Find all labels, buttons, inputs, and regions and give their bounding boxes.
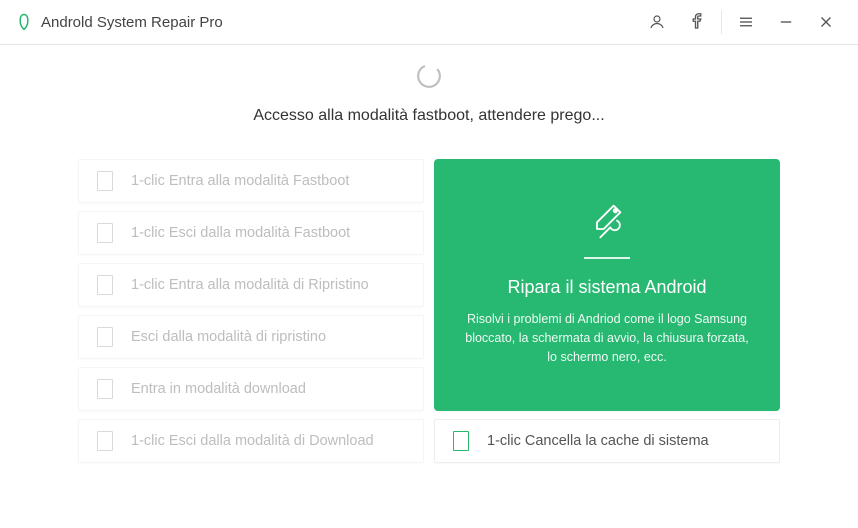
titlebar-divider [721,10,722,34]
phone-icon [97,327,113,347]
feature-divider [584,257,630,259]
option-exit-fastboot[interactable]: 1-clic Esci dalla modalità Fastboot [78,211,424,255]
titlebar-right [637,0,846,45]
phone-icon [97,379,113,399]
option-exit-download[interactable]: 1-clic Esci dalla modalità di Download [78,419,424,463]
option-label: 1-clic Entra alla modalità di Ripristino [131,277,369,293]
loading-section: Accesso alla modalità fastboot, attender… [0,63,858,125]
facebook-icon[interactable] [677,0,717,45]
option-label: 1-clic Esci dalla modalità Fastboot [131,225,350,241]
option-enter-download[interactable]: Entra in modalità download [78,367,424,411]
option-label: Entra in modalità download [131,381,306,397]
option-label: Esci dalla modalità di ripristino [131,329,326,345]
phone-icon [97,223,113,243]
phone-icon [97,431,113,451]
option-exit-recovery[interactable]: Esci dalla modalità di ripristino [78,315,424,359]
options-grid: 1-clic Entra alla modalità Fastboot 1-cl… [0,159,858,463]
titlebar: Androld System Repair Pro [0,0,858,45]
option-label: 1-clic Esci dalla modalità di Download [131,433,374,449]
loading-text: Accesso alla modalità fastboot, attender… [253,107,604,125]
feature-desc: Risolvi i problemi di Andriod come il lo… [464,310,750,366]
tools-icon [587,199,627,239]
phone-icon [97,171,113,191]
phone-icon [453,431,469,451]
app-title: Androld System Repair Pro [41,14,223,31]
account-icon[interactable] [637,0,677,45]
phone-icon [97,275,113,295]
content: Accesso alla modalità fastboot, attender… [0,45,858,463]
titlebar-left: Androld System Repair Pro [15,13,223,31]
menu-icon[interactable] [726,0,766,45]
option-label: 1-clic Cancella la cache di sistema [487,433,709,449]
feature-title: Ripara il sistema Android [507,277,706,298]
option-enter-fastboot[interactable]: 1-clic Entra alla modalità Fastboot [78,159,424,203]
close-button[interactable] [806,0,846,45]
minimize-button[interactable] [766,0,806,45]
feature-repair-card[interactable]: Ripara il sistema Android Risolvi i prob… [434,159,780,411]
option-enter-recovery[interactable]: 1-clic Entra alla modalità di Ripristino [78,263,424,307]
app-logo-icon [15,13,33,31]
option-clear-cache[interactable]: 1-clic Cancella la cache di sistema [434,419,780,463]
spinner-icon [416,63,442,89]
option-label: 1-clic Entra alla modalità Fastboot [131,173,349,189]
